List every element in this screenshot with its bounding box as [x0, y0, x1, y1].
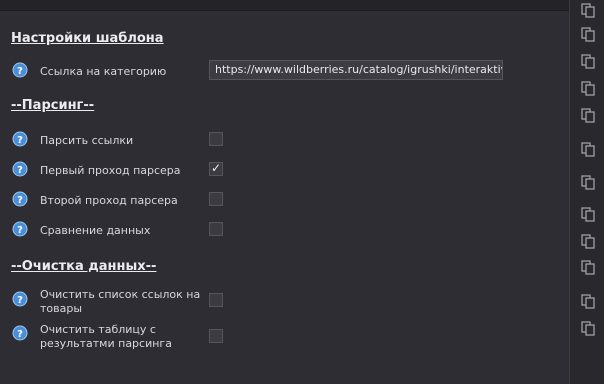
- category-link-label: Ссылка на категорию: [40, 65, 167, 78]
- copy-icon[interactable]: [580, 2, 596, 18]
- clear-links-label: Очистить список ссылок на товары: [40, 288, 200, 316]
- svg-text:?: ?: [17, 225, 23, 236]
- svg-text:?: ?: [17, 135, 23, 146]
- copy-icon[interactable]: [580, 26, 596, 42]
- top-bar: [0, 0, 569, 11]
- first-pass-label: Первый проход парсера: [40, 164, 181, 177]
- second-pass-label: Второй проход парсера: [40, 194, 178, 207]
- help-icon[interactable]: ?: [12, 191, 28, 207]
- svg-text:?: ?: [17, 195, 23, 206]
- clear-results-label: Очистить таблицу с результатми парсинга: [40, 323, 172, 351]
- copy-icon[interactable]: [580, 53, 596, 69]
- svg-text:?: ?: [17, 66, 23, 77]
- copy-icon[interactable]: [580, 141, 596, 157]
- copy-icon[interactable]: [580, 107, 596, 123]
- clear-results-label-line2: результатми парсинга: [40, 337, 172, 350]
- help-icon[interactable]: ?: [12, 325, 28, 341]
- svg-text:?: ?: [17, 329, 23, 340]
- copy-icon[interactable]: [580, 320, 596, 336]
- copy-icon[interactable]: [580, 174, 596, 190]
- clear-links-checkbox[interactable]: [209, 293, 223, 307]
- section-title-parsing: --Парсинг--: [11, 98, 95, 113]
- help-icon[interactable]: ?: [12, 131, 28, 147]
- help-icon[interactable]: ?: [12, 221, 28, 237]
- help-icon[interactable]: ?: [12, 291, 28, 307]
- second-pass-checkbox[interactable]: [209, 192, 223, 206]
- compare-data-checkbox[interactable]: [209, 222, 223, 236]
- copy-icon[interactable]: [580, 259, 596, 275]
- checkmark-icon: ✓: [211, 161, 222, 175]
- help-icon[interactable]: ?: [12, 161, 28, 177]
- section-title-settings: Настройки шаблона: [11, 31, 164, 46]
- first-pass-checkbox[interactable]: ✓: [209, 161, 223, 176]
- section-title-cleanup: --Очистка данных--: [11, 259, 157, 274]
- clear-links-label-line1: Очистить список ссылок на: [40, 288, 201, 301]
- category-link-input[interactable]: https://www.wildberries.ru/catalog/igrus…: [209, 60, 503, 80]
- clear-links-label-line2: товары: [40, 302, 83, 315]
- clear-results-label-line1: Очистить таблицу с: [40, 323, 156, 336]
- svg-text:?: ?: [17, 295, 23, 306]
- copy-icon[interactable]: [580, 206, 596, 222]
- compare-data-label: Сравнение данных: [40, 224, 151, 237]
- svg-text:?: ?: [17, 165, 23, 176]
- help-icon[interactable]: ?: [12, 62, 28, 78]
- clear-results-checkbox[interactable]: [209, 329, 223, 343]
- copy-icon[interactable]: [580, 233, 596, 249]
- parse-links-label: Парсить ссылки: [40, 134, 134, 147]
- parse-links-checkbox[interactable]: [209, 132, 223, 146]
- copy-icon[interactable]: [580, 293, 596, 309]
- copy-sidebar: [569, 0, 604, 384]
- copy-icon[interactable]: [580, 80, 596, 96]
